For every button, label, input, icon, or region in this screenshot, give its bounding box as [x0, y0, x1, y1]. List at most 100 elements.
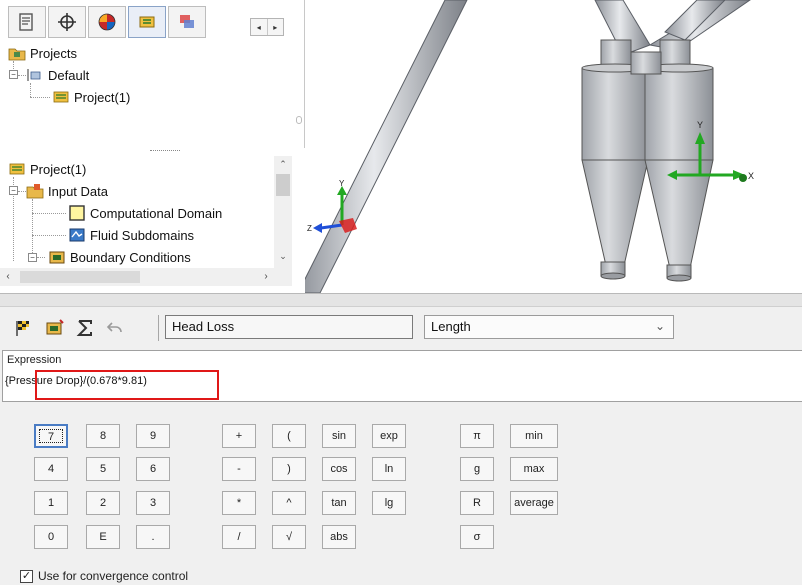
key-decimal[interactable]: . — [136, 525, 170, 549]
key-minus[interactable]: - — [222, 457, 256, 481]
key-divide[interactable]: / — [222, 525, 256, 549]
panel-resize-handle[interactable] — [296, 116, 302, 124]
tree-node-input-data[interactable]: Input Data — [26, 182, 108, 200]
parameter-list-icon — [46, 319, 64, 335]
unit-dimension-select[interactable]: Length ⌄ — [424, 315, 674, 339]
key-0[interactable]: 0 — [34, 525, 68, 549]
key-sin[interactable]: sin — [322, 424, 356, 448]
toolbar-separator — [158, 315, 159, 341]
fluid-subdomains-icon — [68, 227, 86, 243]
convergence-label: Use for convergence control — [38, 569, 189, 583]
flow-analysis-tree-panel: Project(1) − Input Data Computational Do… — [0, 156, 296, 286]
tree-label: Projects — [30, 45, 77, 61]
projects-folder-icon — [8, 45, 26, 61]
key-abs[interactable]: abs — [322, 525, 356, 549]
collapse-toggle[interactable]: − — [9, 186, 18, 195]
expand-toggle[interactable]: − — [28, 253, 37, 262]
tree-vertical-scrollbar[interactable]: ⌃ ⌄ — [274, 156, 292, 268]
key-5[interactable]: 5 — [86, 457, 120, 481]
key-6[interactable]: 6 — [136, 457, 170, 481]
tree-node-default[interactable]: Default — [26, 66, 89, 84]
tree-node-computational-domain[interactable]: Computational Domain — [68, 204, 222, 222]
appearance-tab[interactable] — [88, 6, 126, 38]
key-plus[interactable]: + — [222, 424, 256, 448]
key-sqrt[interactable]: √ — [272, 525, 306, 549]
key-close-paren[interactable]: ) — [272, 457, 306, 481]
key-lg[interactable]: lg — [372, 491, 406, 515]
tree-node-project1[interactable]: Project(1) — [52, 88, 130, 106]
key-multiply[interactable]: * — [222, 491, 256, 515]
key-3[interactable]: 3 — [136, 491, 170, 515]
crosshair-icon — [58, 13, 76, 31]
key-1[interactable]: 1 — [34, 491, 68, 515]
tree-label: Project(1) — [30, 161, 87, 177]
tree-node-project-root[interactable]: Project(1) — [8, 160, 86, 178]
sum-button[interactable] — [74, 317, 96, 339]
key-8[interactable]: 8 — [86, 424, 120, 448]
graphics-viewport[interactable]: Y Z Y X — [305, 0, 802, 293]
scroll-thumb[interactable] — [20, 271, 140, 283]
key-open-paren[interactable]: ( — [272, 424, 306, 448]
tree-node-projects[interactable]: Projects — [8, 44, 77, 62]
property-manager-tab[interactable] — [48, 6, 86, 38]
key-9[interactable]: 9 — [136, 424, 170, 448]
panel-splitter[interactable] — [0, 148, 305, 156]
tab-scroll-right-button[interactable]: ▸ — [266, 19, 284, 35]
goal-name-input[interactable]: Head Loss — [165, 315, 413, 339]
scroll-thumb[interactable] — [276, 174, 290, 196]
tree-label: Input Data — [48, 183, 108, 199]
tree-node-fluid-subdomains[interactable]: Fluid Subdomains — [68, 226, 194, 244]
inlet-pipe — [305, 0, 468, 293]
checkbox-checked-icon: ✓ — [20, 569, 33, 583]
unit-select-value: Length — [431, 319, 471, 334]
key-min[interactable]: min — [510, 424, 558, 448]
scroll-right-arrow[interactable]: › — [258, 268, 274, 286]
configuration-icon — [26, 67, 44, 83]
checkered-flag-icon — [16, 321, 29, 336]
chevron-down-icon: ⌄ — [654, 319, 665, 333]
key-7[interactable]: 7 — [34, 424, 68, 448]
appearance-sphere-icon — [98, 13, 116, 31]
collapse-toggle[interactable]: − — [9, 70, 18, 79]
scroll-up-arrow[interactable]: ⌃ — [274, 156, 292, 172]
key-r[interactable]: R — [460, 491, 494, 515]
convergence-control-checkbox[interactable]: ✓ Use for convergence control — [20, 569, 188, 583]
triad-x-label: X — [748, 171, 754, 181]
tree-label: Project(1) — [74, 89, 131, 105]
tab-scroll-left-button[interactable]: ◂ — [251, 19, 267, 35]
add-parameter-button[interactable] — [44, 317, 66, 339]
key-tan[interactable]: tan — [322, 491, 356, 515]
tree-node-boundary-conditions[interactable]: Boundary Conditions — [48, 248, 191, 266]
key-cos[interactable]: cos — [322, 457, 356, 481]
key-pi[interactable]: π — [460, 424, 494, 448]
computational-domain-icon — [68, 205, 86, 221]
flow-project-icon — [8, 161, 26, 177]
expression-label: Expression — [7, 354, 62, 366]
undo-icon — [106, 322, 122, 333]
tree-label: Boundary Conditions — [70, 249, 191, 265]
key-4[interactable]: 4 — [34, 457, 68, 481]
key-sigma[interactable]: σ — [460, 525, 494, 549]
annotation-highlight-box — [35, 370, 219, 400]
key-max[interactable]: max — [510, 457, 558, 481]
pane-divider[interactable] — [0, 293, 802, 307]
key-average[interactable]: average — [510, 491, 558, 515]
key-g[interactable]: g — [460, 457, 494, 481]
key-e[interactable]: E — [86, 525, 120, 549]
display-manager-tab[interactable] — [168, 6, 206, 38]
project-panel: ◂ ▸ Projects − Default Project(1) — [0, 0, 305, 148]
dialog-toolbar: Head Loss Length ⌄ — [0, 307, 802, 347]
tab-scroll-buttons: ◂ ▸ — [250, 18, 284, 36]
key-exp[interactable]: exp — [372, 424, 406, 448]
tree-horizontal-scrollbar[interactable]: ‹ › — [0, 268, 292, 286]
scroll-down-arrow[interactable]: ⌄ — [274, 248, 292, 264]
key-2[interactable]: 2 — [86, 491, 120, 515]
key-power[interactable]: ^ — [272, 491, 306, 515]
scroll-left-arrow[interactable]: ‹ — [0, 268, 16, 286]
key-ln[interactable]: ln — [372, 457, 406, 481]
feature-manager-tab[interactable] — [8, 6, 46, 38]
undo-button[interactable] — [104, 317, 126, 339]
flow-simulation-tab[interactable] — [128, 6, 166, 38]
goal-flag-button[interactable] — [12, 317, 34, 339]
sigma-icon — [76, 320, 92, 336]
